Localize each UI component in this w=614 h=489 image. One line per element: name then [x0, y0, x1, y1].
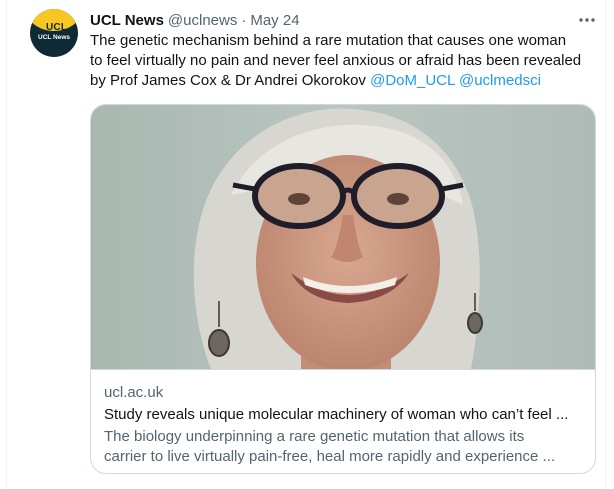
separator-dot: ·: [241, 11, 247, 29]
avatar[interactable]: UCL UCL News: [30, 9, 78, 57]
avatar-logo-news: UCL News: [38, 34, 71, 41]
mention-uclmedsci[interactable]: @uclmedsci: [459, 72, 541, 89]
card-domain[interactable]: ucl.ac.uk: [104, 384, 163, 401]
card-divider: [91, 369, 595, 370]
tweet-date[interactable]: May 24: [250, 12, 299, 29]
card-description-line: carrier to live virtually pain-free, hea…: [104, 448, 556, 465]
link-card[interactable]: ucl.ac.uk Study reveals unique molecular…: [90, 104, 596, 474]
card-description-line: The biology underpinning a rare genetic …: [104, 428, 525, 445]
card-photo[interactable]: [91, 105, 595, 369]
mention-dom-ucl[interactable]: @DoM_UCL: [370, 72, 455, 89]
tweet-header: UCL News @uclnews · May 24: [90, 10, 300, 30]
more-horizontal-icon: [579, 18, 595, 22]
author-name[interactable]: UCL News: [90, 12, 164, 29]
tweet-text-line-with-mentions: by Prof James Cox & Dr Andrei Okorokov @…: [90, 71, 600, 91]
author-handle[interactable]: @uclnews: [168, 12, 237, 29]
card-description: The biology underpinning a rare genetic …: [104, 427, 584, 467]
avatar-logo-ucl: UCL: [46, 22, 68, 33]
tweet-text-line: The genetic mechanism behind a rare muta…: [90, 32, 567, 49]
card-title[interactable]: Study reveals unique molecular machinery…: [104, 406, 584, 423]
tweet[interactable]: UCL UCL News UCL News @uclnews · May 24 …: [6, 0, 606, 489]
more-button[interactable]: [573, 8, 601, 32]
tweet-text-fragment: by Prof James Cox & Dr Andrei Okorokov: [90, 72, 366, 89]
tweet-text: The genetic mechanism behind a rare muta…: [90, 31, 600, 91]
tweet-text-line: to feel virtually no pain and never feel…: [90, 52, 582, 69]
